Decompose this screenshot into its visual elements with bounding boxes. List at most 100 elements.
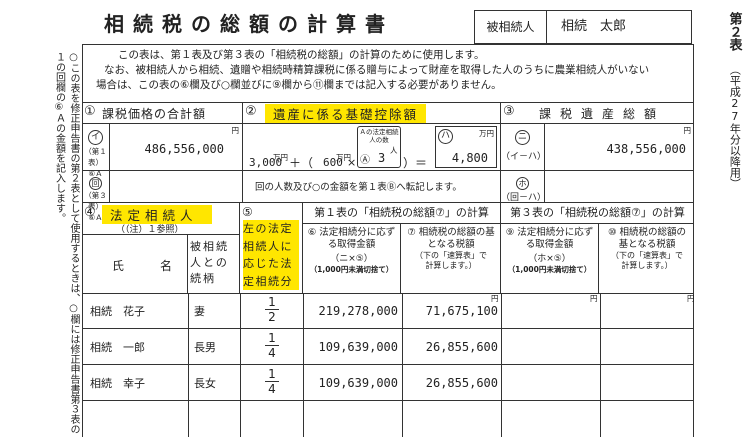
yen-unit: 円	[231, 126, 240, 135]
acquired-amount[interactable]: 109,639,000	[319, 376, 398, 390]
row-label-box: イ （第１表） ⑥Ａ	[82, 124, 110, 178]
intro-line: 場合は、この表の⑥欄及び○欄並びに⑨欄から⑪欄までは記入する必要がありません。	[96, 79, 502, 91]
intro-line: この表は、第１表及び第３表の「相続税の総額」の計算のために使用します。	[118, 49, 485, 61]
heir-column-headers: 氏 名 被相続人との続柄	[82, 234, 239, 293]
share-denominator: 4	[268, 346, 276, 360]
version-note: （平成27年分以降用）	[728, 64, 742, 189]
circle-ho-icon: ホ	[516, 177, 529, 190]
heir-name[interactable]: 相続 花子	[90, 303, 145, 319]
times-sign: ×	[347, 156, 357, 169]
section-1-row-1: イ （第１表） ⑥Ａ 円 486,556,000	[82, 124, 242, 178]
unit-man: 万円	[479, 129, 494, 138]
calc-3-header: 第３表の「相続税の総額⑦」の計算 ⑨ 法定相続分に応ずる取得金額 （ホ×⑤） （…	[501, 202, 694, 293]
table-row	[82, 401, 694, 437]
section-2-title: 遺産に係る基礎控除額	[265, 104, 427, 123]
section-1: ① 課税価格の合計額 イ （第１表） ⑥Ａ 円 486,556,000 回 （第…	[82, 102, 243, 222]
heir-rows: 円 円 円 相続 花子 妻 1 2 219,278,000 71,675,100…	[82, 293, 695, 437]
section-4-number: ④	[84, 205, 96, 220]
row-label-box: ニ （イ－ハ）	[501, 124, 547, 170]
heir-count-label: Ａの法定相続人の数	[359, 128, 399, 144]
row-label-box: ホ （回－ハ）	[501, 171, 546, 203]
heir-name[interactable]: 相続 幸子	[90, 375, 145, 391]
section-1-header: ① 課税価格の合計額	[82, 102, 242, 124]
share-numerator: 1	[268, 367, 276, 381]
row-label-a: （第１表）	[84, 147, 107, 167]
col-relation-header: 被相続人との続柄	[190, 240, 229, 285]
base-tax-amount[interactable]: 26,855,600	[426, 376, 498, 390]
section-3-row-2: ホ （回－ハ）	[501, 171, 694, 203]
heir-name[interactable]: 相続 一郎	[90, 339, 145, 355]
col-7-header: ⑦ 相続税の総額の基となる税額 （下の「速算表」で計算します。）	[402, 224, 500, 293]
left-note: ○この表を修正申告書の第２表として使用するときは、○欄には修正申告書第３表の１の…	[53, 52, 80, 434]
section-3-number: ③	[503, 104, 515, 119]
base-tax-amount[interactable]: 71,675,100	[426, 304, 498, 318]
heir-share[interactable]: 1 2	[265, 296, 279, 323]
section-3-row-1: ニ （イ－ハ） 円 438,556,000	[501, 124, 694, 171]
section-3: ③ 課税遺産総額 ニ （イ－ハ） 円 438,556,000 ホ （回－ハ）	[501, 102, 694, 203]
unit-nin: 人	[390, 146, 398, 155]
section-2-note: 回の人数及び○の金額を第１表Ⓑへ転記します。	[255, 182, 462, 193]
heir-relation[interactable]: 長男	[194, 339, 216, 355]
col-7-note: （下の「速算表」で計算します。）	[415, 251, 487, 270]
table-row: 相続 幸子 長女 1 4 109,639,000 26,855,600	[82, 365, 694, 401]
heir-relation[interactable]: 妻	[194, 303, 205, 319]
deduction-result[interactable]: 4,800	[452, 151, 488, 165]
circle-ha-icon: ハ	[438, 129, 453, 144]
row-formula: （イ－ハ）	[501, 152, 547, 162]
col-9-note: （1,000円未満切捨て）	[507, 265, 592, 274]
share-numerator: 1	[268, 331, 276, 345]
decedent-name[interactable]: 相続 太郎	[561, 11, 681, 43]
section-2-formula: 万円 3,000 ＋（ 万円 600 × Ａの法定相続人の数 Ⓐ 3 人 ）＝ …	[243, 124, 500, 171]
section-5-header: ⑤ 左の法定相続人に応じた法定相続分	[240, 202, 303, 293]
section-5-number: ⑤	[242, 205, 253, 219]
intro-line: なお、被相続人から相続、遺贈や相続時精算課税に係る贈与によって財産を取得した人の…	[104, 64, 650, 76]
section-4-header: ④ 法定相続人 （（注）１参照） 氏 名 被相続人との続柄	[82, 202, 240, 293]
table-number: 第２表	[726, 12, 742, 51]
equals-sign: ）＝	[403, 156, 428, 170]
col-10-header: ⑩ 相続税の総額の基となる税額 （下の「速算表」で計算します。）	[600, 224, 694, 293]
heir-share[interactable]: 1 4	[265, 332, 279, 359]
col-7-title: ⑦ 相続税の総額の基となる税額	[407, 227, 495, 250]
section-2-number: ②	[245, 104, 257, 119]
circle-ni-icon: ニ	[515, 130, 530, 145]
section-2-header: ② 遺産に係る基礎控除額	[243, 102, 500, 124]
section-3-value[interactable]: 438,556,000	[607, 142, 686, 156]
col-6-note: （1,000円未満切捨て）	[309, 265, 394, 274]
table-row: 相続 一郎 長男 1 4 109,639,000 26,855,600	[82, 329, 694, 365]
base-tax-amount[interactable]: 26,855,600	[426, 340, 498, 354]
col-9-formula: （ホ×⑤）	[528, 254, 571, 264]
decedent-label: 被相続人	[475, 11, 547, 43]
circle-ro-icon: 回	[89, 177, 102, 190]
heir-share[interactable]: 1 4	[265, 368, 279, 395]
section-1-number: ①	[84, 104, 96, 119]
form-title: 相続税の総額の計算書	[104, 12, 394, 36]
intro-text: この表は、第１表及び第３表の「相続税の総額」の計算のために使用します。 なお、被…	[90, 48, 690, 93]
col-6-title: ⑥ 法定相続分に応ずる取得金額	[307, 227, 396, 250]
section-1-value[interactable]: 486,556,000	[145, 142, 224, 156]
acquired-amount[interactable]: 109,639,000	[319, 340, 398, 354]
calc-3-title: 第３表の「相続税の総額⑦」の計算	[501, 202, 694, 224]
col-6-formula: （ニ×⑤）	[330, 254, 373, 264]
row-label-box: 回 （第３表） ⑥Ａ	[82, 171, 110, 222]
col-6-header: ⑥ 法定相続分に応ずる取得金額 （ニ×⑤） （1,000円未満切捨て）	[303, 224, 401, 293]
heir-relation[interactable]: 長女	[194, 375, 216, 391]
deduction-result-box: ハ 万円 4,800	[435, 126, 497, 168]
per-heir-deduction: 600	[323, 156, 343, 169]
base-deduction: 3,000	[249, 156, 283, 169]
col-9-header: ⑨ 法定相続分に応ずる取得金額 （ホ×⑤） （1,000円未満切捨て）	[501, 224, 599, 293]
col-9-title: ⑨ 法定相続分に応ずる取得金額	[505, 227, 594, 250]
col-10-note: （下の「速算表」で計算します。）	[611, 251, 683, 270]
section-3-title: 課税遺産総額	[539, 107, 666, 121]
section-3-header: ③ 課税遺産総額	[501, 102, 694, 124]
heir-circle-icon: Ⓐ	[360, 155, 370, 166]
share-numerator: 1	[268, 295, 276, 309]
col-10-title: ⑩ 相続税の総額の基となる税額	[607, 227, 687, 250]
share-denominator: 2	[268, 310, 276, 324]
share-denominator: 4	[268, 382, 276, 396]
decedent-box: 被相続人 相続 太郎	[474, 10, 692, 44]
heir-count-box: Ａの法定相続人の数 Ⓐ 3 人	[357, 126, 401, 168]
section-1-title: 課税価格の合計額	[102, 107, 207, 121]
acquired-amount[interactable]: 219,278,000	[319, 304, 398, 318]
heir-count[interactable]: 3	[378, 151, 385, 165]
col-name-cell: 氏 名	[82, 235, 188, 293]
